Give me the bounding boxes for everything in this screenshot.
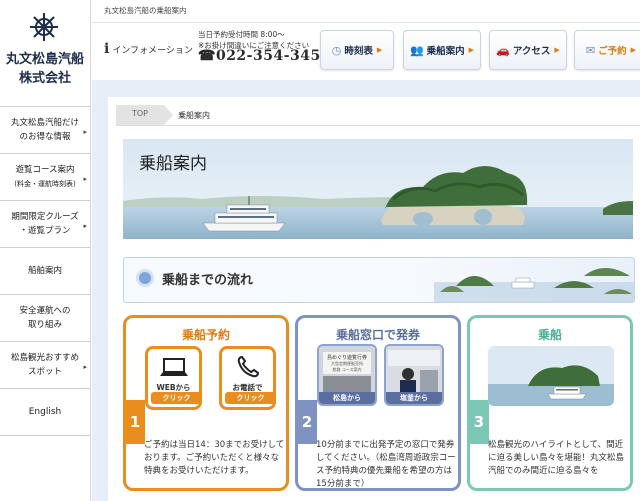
step-description: ご予約は当日14：30までお受けしております。ご予約いただくと様々な特典をお受け… [144,440,285,476]
nav-access-button[interactable]: 🚗 アクセス ▶ [489,30,567,70]
chevron-right-icon: ▸ [83,175,87,183]
information-label: i インフォメーション [104,41,193,57]
step-number: 3 [469,400,489,444]
nav-timetable-button[interactable]: ◷ 時刻表 ▶ [320,30,394,70]
step-boarding: 乗船 3 松島観光のハイライトとして、間近に迫る美しい島々を堪能！丸文松島汽船で… [467,315,633,491]
circle-bullet-icon [136,269,154,287]
laptop-icon [160,358,188,376]
phone-icon [237,355,260,378]
breadcrumb: TOP 乗船案内 [116,105,640,126]
sidebar-item-spots[interactable]: 松島観光おすすめ スポット ▸ [0,341,90,388]
ticket-counter-icon [386,346,442,394]
nav-reservation-button[interactable]: ✉ ご予約 ▶ [574,30,640,70]
step-title: 乗船 [537,328,562,342]
step-description: 10分前までに出発予定の窓口で発券してください。（松島湾周遊政宗コース予約特典の… [316,440,456,489]
islands-illustration [434,268,634,302]
sidebar-item-courses[interactable]: 遊覧コース案内 (料金・運航時刻表) ▸ [0,153,90,200]
phone-info: 当日予約受付時間 8:00～ ※お掛け間違いにご注意ください ☎022-354-… [198,30,331,64]
ticket-office-icon: 島めぐり遊覧行券 大型定期便販売所 航路 コース案内 [319,346,375,394]
web-click-label: クリック [151,392,202,404]
clock-icon: ◷ [331,43,342,57]
chevron-right-icon: ▸ [83,363,87,371]
shiogama-counter-link[interactable]: 塩釜から [384,344,444,406]
breadcrumb-top-link[interactable]: TOP [116,105,173,125]
company-name: 丸文松島汽船 株式会社 [5,52,84,86]
company-logo[interactable]: 丸文松島汽船 株式会社 [0,8,90,104]
flow-title: 乗船までの流れ [162,273,254,288]
svg-text:大型定期便販売所: 大型定期便販売所 [331,360,363,366]
step-number: 1 [125,400,145,444]
content-panel: TOP 乗船案内 乗船案内 乗船までの流れ 乗船予約 1 WEBから クリック … [108,97,640,501]
info-icon: i [104,41,110,57]
car-icon: 🚗 [496,43,510,57]
people-icon: 👥 [409,43,424,57]
step-ticketing: 乗船窓口で発券 2 島めぐり遊覧行券 大型定期便販売所 航路 コース案内 松島か… [295,315,461,491]
phone-number[interactable]: ☎022-354-3453 [198,48,331,64]
nav-boarding-guide-button[interactable]: 👥 乗船案内 ▶ [403,30,481,70]
sidebar-item-deals[interactable]: 丸文松島汽船だけ のお得な情報 ▸ [0,106,90,153]
sidebar-item-ships[interactable]: 船舶案内 [0,247,90,294]
mail-icon: ✉ [585,43,596,57]
chevron-right-icon: ▸ [83,222,87,230]
phone-reservation-button[interactable]: お電話で クリック [219,346,276,410]
matsushima-counter-link[interactable]: 島めぐり遊覧行券 大型定期便販売所 航路 コース案内 松島から [317,344,377,406]
main-area: TOP 乗船案内 乗船案内 乗船までの流れ 乗船予約 1 WEBから クリック … [92,80,640,501]
step-description: 松島観光のハイライトとして、間近に迫る美しい島々を堪能！丸文松島汽船でのみ間近に… [488,440,625,476]
step-number: 2 [297,400,317,444]
phone-click-label: クリック [225,392,276,404]
web-reservation-button[interactable]: WEBから クリック [145,346,202,410]
step-reservation: 乗船予約 1 WEBから クリック お電話で クリック ご予約は当日14：30ま… [123,315,289,491]
step-title: 乗船窓口で発券 [335,328,420,342]
top-breadcrumb: 丸文松島汽船の乗船案内 [104,6,187,15]
page-title: 乗船案内 [139,154,207,174]
sidebar-item-safety[interactable]: 安全運航への 取り組み [0,294,90,341]
chevron-right-icon: ▸ [83,128,87,136]
phone-icon: ☎ [198,48,216,64]
header-bar: i インフォメーション 当日予約受付時間 8:00～ ※お掛け間違いにご注意くださ… [92,22,640,79]
flow-section-header: 乗船までの流れ [123,257,635,303]
svg-text:島めぐり遊覧行券: 島めぐり遊覧行券 [327,354,367,361]
svg-text:航路 コース案内: 航路 コース案内 [332,366,361,372]
sidebar-item-english[interactable]: English [0,388,90,436]
ship-wheel-icon [30,13,58,41]
sidebar: 丸文松島汽船 株式会社 丸文松島汽船だけ のお得な情報 ▸ 遊覧コース案内 (料金・運… [0,0,91,501]
ship-photo-icon [488,346,614,406]
hero-banner: 乗船案内 [123,139,633,239]
step-title: 乗船予約 [181,328,230,342]
sidebar-item-limited-cruise[interactable]: 期間限定クルーズ ・遊覧プラン ▸ [0,200,90,247]
breadcrumb-current: 乗船案内 [178,111,210,120]
sidebar-nav: 丸文松島汽船だけ のお得な情報 ▸ 遊覧コース案内 (料金・運航時刻表) ▸ 期間限定… [0,106,90,436]
